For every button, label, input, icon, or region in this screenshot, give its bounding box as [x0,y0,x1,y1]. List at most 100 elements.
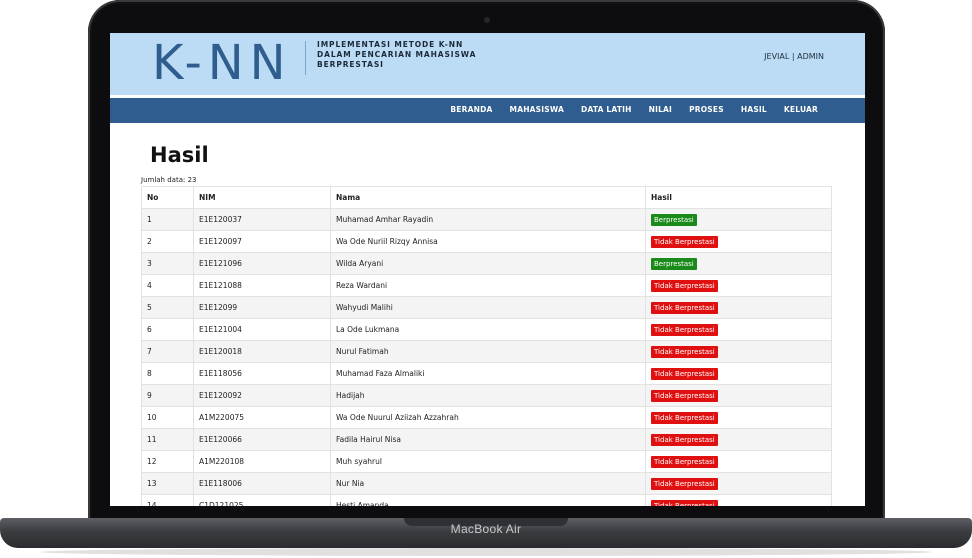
cell-no: 14 [141,494,194,506]
cell-nama: Wilda Aryani [330,252,646,275]
cell-no: 6 [141,318,194,341]
table-body: 1 E1E120037 Muhamad Amhar Rayadin Berpresta… [141,208,832,506]
nav-item-beranda[interactable]: BERANDA [450,105,492,114]
cell-nim: A1M220108 [193,450,331,473]
cell-nama: Reza Wardani [330,274,646,297]
cell-nama: Hesti Amanda [330,494,646,506]
cell-hasil: Berprestasi [645,208,832,231]
logo[interactable]: K-NN [152,37,292,89]
status-badge: Tidak Berprestasi [651,455,718,468]
cell-nama: Wahyudi Malihi [330,296,646,319]
cell-no: 10 [141,406,194,429]
cell-hasil: Berprestasi [645,252,832,275]
cell-hasil: Tidak Berprestasi [645,494,832,506]
cell-no: 2 [141,230,194,253]
cell-hasil: Tidak Berprestasi [645,296,832,319]
status-badge: Tidak Berprestasi [651,345,718,358]
laptop-shadow [40,548,932,556]
cell-hasil: Tidak Berprestasi [645,318,832,341]
status-badge: Tidak Berprestasi [651,301,718,314]
cell-no: 7 [141,340,194,363]
table-row: 13 E1E118006 Nur Nia Tidak Berprestasi [141,472,832,495]
nav-item-proses[interactable]: PROSES [689,105,724,114]
cell-hasil: Tidak Berprestasi [645,340,832,363]
table-row: 5 E1E12099 Wahyudi Malihi Tidak Berprestasi [141,296,832,319]
table-row: 6 E1E121004 La Ode Lukmana Tidak Berprestas… [141,318,832,341]
table-row: 8 E1E118056 Muhamad Faza Almaliki Tidak Ber… [141,362,832,385]
cell-nama: Muhamad Amhar Rayadin [330,208,646,231]
cell-hasil: Tidak Berprestasi [645,428,832,451]
cell-nim: C1D121025 [193,494,331,506]
nav-menu: BERANDA MAHASISWA DATA LATIH NILAI PROSES HAS… [450,105,818,114]
table-row: 11 E1E120066 Fadila Hairul Nisa Tidak Berpr… [141,428,832,451]
cell-nama: Wa Ode Nuriil Rizqy Annisa [330,230,646,253]
cell-nim: E1E121096 [193,252,331,275]
cell-hasil: Tidak Berprestasi [645,450,832,473]
cell-no: 9 [141,384,194,407]
cell-no: 3 [141,252,194,275]
header-divider [305,41,306,75]
camera-icon [484,17,490,23]
cell-no: 13 [141,472,194,495]
cell-no: 5 [141,296,194,319]
cell-hasil: Tidak Berprestasi [645,274,832,297]
cell-hasil: Tidak Berprestasi [645,406,832,429]
nav-item-keluar[interactable]: KELUAR [784,105,818,114]
table-row: 1 E1E120037 Muhamad Amhar Rayadin Berpresta… [141,208,832,231]
header-hasil: Hasil [645,186,832,209]
cell-hasil: Tidak Berprestasi [645,472,832,495]
table-row: 10 A1M220075 Wa Ode Nuurul Aziizah Azzahra… [141,406,832,429]
header-no: No [141,186,194,209]
table-row: 12 A1M220108 Muh syahrul Tidak Berprestasi [141,450,832,473]
status-badge: Berprestasi [651,213,697,226]
data-count: Jumlah data: 23 [141,176,197,184]
cell-nama: La Ode Lukmana [330,318,646,341]
results-table: No NIM Nama Hasil 1 E1E120037 Muhamad Amha… [141,186,832,506]
table-row: 14 C1D121025 Hesti Amanda Tidak Berprestasi [141,494,832,506]
cell-nama: Fadila Hairul Nisa [330,428,646,451]
results-table-container: No NIM Nama Hasil 1 E1E120037 Muhamad Amha… [141,186,832,506]
header-nama: Nama [330,186,646,209]
cell-no: 12 [141,450,194,473]
user-info[interactable]: JEVIAL | ADMIN [764,52,824,61]
cell-nama: Muhamad Faza Almaliki [330,362,646,385]
cell-nama: Nurul Fatimah [330,340,646,363]
status-badge: Tidak Berprestasi [651,499,718,506]
cell-nim: E1E121004 [193,318,331,341]
cell-nama: Wa Ode Nuurul Aziizah Azzahrah [330,406,646,429]
navbar: BERANDA MAHASISWA DATA LATIH NILAI PROSES HAS… [110,95,865,123]
device-label: MacBook Air [450,522,522,536]
cell-no: 4 [141,274,194,297]
header-nim: NIM [193,186,331,209]
site-header: K-NN IMPLEMENTASI METODE K-NN DALAM PENC… [110,33,865,95]
cell-hasil: Tidak Berprestasi [645,362,832,385]
cell-hasil: Tidak Berprestasi [645,230,832,253]
status-badge: Berprestasi [651,257,697,270]
table-row: 9 E1E120092 Hadijah Tidak Berprestasi [141,384,832,407]
status-badge: Tidak Berprestasi [651,323,718,336]
page-title: Hasil [150,143,209,167]
status-badge: Tidak Berprestasi [651,389,718,402]
status-badge: Tidak Berprestasi [651,367,718,380]
cell-nim: E1E12099 [193,296,331,319]
table-row: 3 E1E121096 Wilda Aryani Berprestasi [141,252,832,275]
cell-nim: A1M220075 [193,406,331,429]
cell-nim: E1E120018 [193,340,331,363]
status-badge: Tidak Berprestasi [651,235,718,248]
table-row: 4 E1E121088 Reza Wardani Tidak Berprestasi [141,274,832,297]
nav-item-mahasiswa[interactable]: MAHASISWA [510,105,564,114]
cell-hasil: Tidak Berprestasi [645,384,832,407]
nav-item-data-latih[interactable]: DATA LATIH [581,105,632,114]
cell-nim: E1E121088 [193,274,331,297]
cell-no: 1 [141,208,194,231]
status-badge: Tidak Berprestasi [651,433,718,446]
nav-item-hasil[interactable]: HASIL [741,105,767,114]
status-badge: Tidak Berprestasi [651,411,718,424]
cell-nama: Muh syahrul [330,450,646,473]
browser-viewport: K-NN IMPLEMENTASI METODE K-NN DALAM PENC… [110,33,865,506]
cell-nama: Hadijah [330,384,646,407]
cell-no: 11 [141,428,194,451]
cell-nim: E1E120097 [193,230,331,253]
nav-item-nilai[interactable]: NILAI [649,105,672,114]
status-badge: Tidak Berprestasi [651,477,718,490]
